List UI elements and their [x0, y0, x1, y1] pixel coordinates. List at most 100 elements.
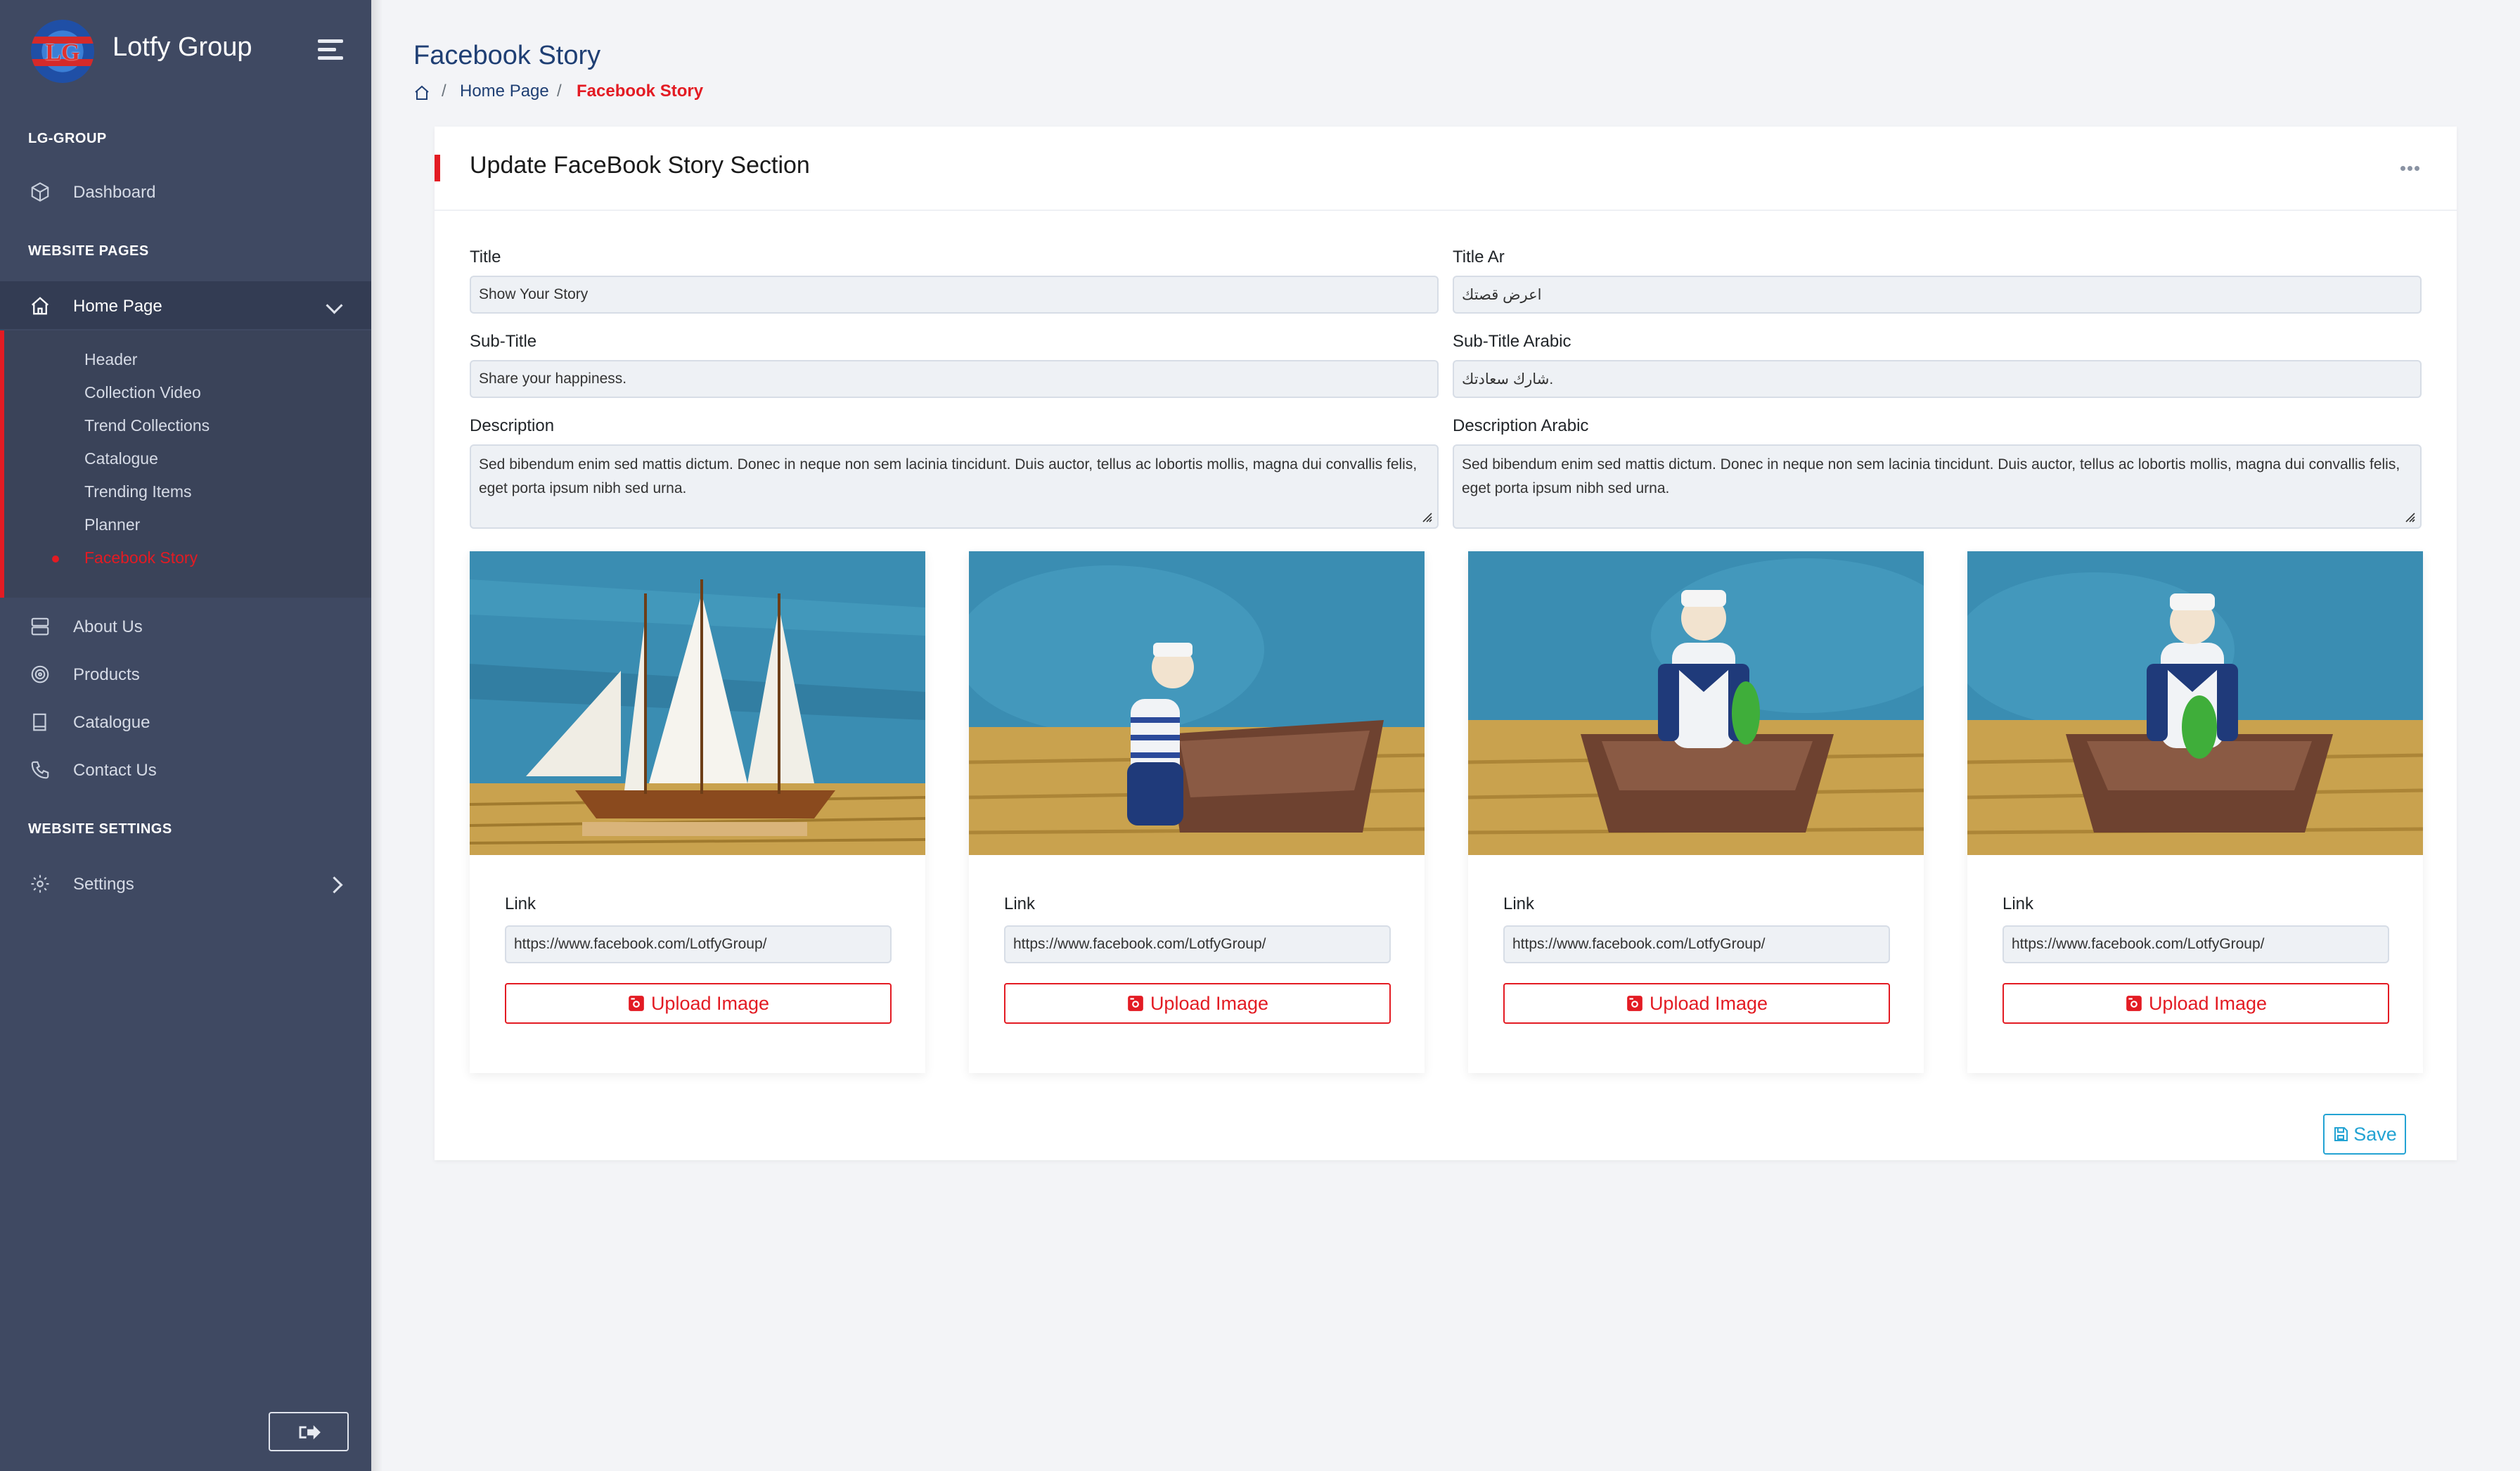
home-icon: [32, 297, 49, 315]
save-button[interactable]: Save: [2323, 1114, 2406, 1155]
sidebar-item-label: Products: [73, 665, 140, 684]
story-image-sailor-side: [969, 551, 1425, 855]
story-image-sailor-front-2: [1967, 551, 2423, 855]
camera-icon: [1627, 996, 1642, 1011]
sidebar-item-dashboard[interactable]: Dashboard: [0, 167, 371, 215]
home-page-submenu: Header Collection Video Trend Collection…: [0, 330, 371, 598]
story-image-card: Link https://www.facebook.com/LotfyGroup…: [1967, 551, 2423, 1073]
upload-image-label: Upload Image: [1649, 992, 1768, 1014]
floppy-disk-icon: [2334, 1127, 2348, 1141]
description-ar-text: Sed bibendum enim sed mattis dictum. Don…: [1462, 456, 2400, 496]
sidebar-item-contact-us[interactable]: Contact Us: [0, 745, 371, 793]
breadcrumb-current: Facebook Story: [577, 82, 704, 101]
breadcrumb-home-page[interactable]: Home Page: [460, 82, 549, 101]
phone-icon: [31, 761, 49, 779]
brand-logo: LG: [31, 20, 94, 83]
book-icon: [33, 713, 46, 731]
link-label: Link: [505, 894, 536, 913]
card-header: Update FaceBook Story Section: [435, 127, 2457, 211]
sidebar: LG Lotfy Group LG-GROUP Dashboard WEBSIT…: [0, 0, 371, 1471]
brand-name: Lotfy Group: [112, 32, 252, 62]
sidebar-item-home-page[interactable]: Home Page: [0, 281, 371, 329]
camera-icon: [2126, 996, 2142, 1011]
more-options-icon[interactable]: [2400, 166, 2420, 172]
server-icon: [31, 617, 49, 636]
section-title-lg-group: LG-GROUP: [28, 131, 107, 146]
camera-icon: [629, 996, 644, 1011]
link-label: Link: [2002, 894, 2034, 913]
upload-image-button[interactable]: Upload Image: [505, 983, 892, 1024]
save-label: Save: [2353, 1123, 2397, 1145]
link-input[interactable]: https://www.facebook.com/LotfyGroup/: [1503, 925, 1890, 963]
subtitle-ar-label: Sub-Title Arabic: [1453, 332, 1571, 351]
sidebar-item-label: Contact Us: [73, 761, 157, 780]
upload-image-label: Upload Image: [1150, 992, 1269, 1014]
submenu-item-catalogue[interactable]: Catalogue: [84, 449, 158, 468]
sidebar-item-products[interactable]: Products: [0, 650, 371, 698]
submenu-item-planner[interactable]: Planner: [84, 515, 140, 534]
upload-image-label: Upload Image: [2148, 992, 2268, 1014]
logout-button[interactable]: [269, 1412, 349, 1451]
description-label: Description: [470, 416, 555, 435]
gear-icon: [31, 875, 49, 893]
sign-out-icon: [299, 1425, 321, 1440]
sidebar-item-label: Settings: [73, 875, 134, 894]
story-image-card: Link https://www.facebook.com/LotfyGroup…: [969, 551, 1425, 1073]
link-input[interactable]: https://www.facebook.com/LotfyGroup/: [1004, 925, 1391, 963]
upload-image-button[interactable]: Upload Image: [2002, 983, 2389, 1024]
submenu-item-trending-items[interactable]: Trending Items: [84, 482, 192, 501]
subtitle-input[interactable]: Share your happiness.: [470, 360, 1439, 398]
link-label: Link: [1004, 894, 1036, 913]
subtitle-ar-input[interactable]: شارك سعادتك.: [1453, 360, 2422, 398]
brand: LG Lotfy Group: [0, 0, 371, 101]
menu-toggle-icon[interactable]: [318, 39, 343, 60]
story-image-card: Link https://www.facebook.com/LotfyGroup…: [470, 551, 925, 1073]
title-input[interactable]: Show Your Story: [470, 276, 1439, 314]
resize-handle-icon[interactable]: [1419, 509, 1433, 523]
section-title-website-settings: WEBSITE SETTINGS: [28, 821, 172, 837]
description-text: Sed bibendum enim sed mattis dictum. Don…: [479, 456, 1418, 496]
link-label: Link: [1503, 894, 1535, 913]
cube-icon: [31, 182, 49, 202]
link-input[interactable]: https://www.facebook.com/LotfyGroup/: [2002, 925, 2389, 963]
section-title-website-pages: WEBSITE PAGES: [28, 243, 149, 259]
submenu-item-header[interactable]: Header: [84, 350, 137, 369]
title-label: Title: [470, 248, 501, 266]
title-ar-label: Title Ar: [1453, 248, 1505, 266]
story-image-sailor-front: [1468, 551, 1924, 855]
target-icon: [31, 665, 49, 683]
active-dot-icon: [52, 555, 59, 563]
chevron-down-icon: [326, 297, 343, 314]
description-ar-label: Description Arabic: [1453, 416, 1589, 435]
link-input[interactable]: https://www.facebook.com/LotfyGroup/: [505, 925, 892, 963]
story-image-card: Link https://www.facebook.com/LotfyGroup…: [1468, 551, 1924, 1073]
page-title: Facebook Story: [413, 41, 601, 70]
home-icon[interactable]: [413, 84, 430, 101]
description-textarea[interactable]: Sed bibendum enim sed mattis dictum. Don…: [470, 444, 1439, 529]
upload-image-button[interactable]: Upload Image: [1004, 983, 1391, 1024]
sidebar-item-catalogue[interactable]: Catalogue: [0, 698, 371, 745]
description-ar-textarea[interactable]: Sed bibendum enim sed mattis dictum. Don…: [1453, 444, 2422, 529]
submenu-item-facebook-story[interactable]: Facebook Story: [84, 548, 198, 567]
sidebar-item-label: Home Page: [73, 297, 162, 316]
subtitle-label: Sub-Title: [470, 332, 537, 351]
submenu-item-trend-collections[interactable]: Trend Collections: [84, 416, 210, 435]
sidebar-item-label: About Us: [73, 617, 143, 636]
upload-image-button[interactable]: Upload Image: [1503, 983, 1890, 1024]
update-facebook-story-card: Update FaceBook Story Section Title Show…: [435, 127, 2457, 1160]
sidebar-item-label: Dashboard: [73, 183, 156, 202]
submenu-item-collection-video[interactable]: Collection Video: [84, 383, 201, 402]
sidebar-shadow: [371, 0, 382, 1471]
resize-handle-icon[interactable]: [2402, 509, 2416, 523]
card-accent: [435, 155, 440, 181]
story-image-ship: [470, 551, 925, 855]
sidebar-item-settings[interactable]: Settings: [0, 859, 371, 907]
card-title: Update FaceBook Story Section: [470, 152, 810, 179]
title-ar-input[interactable]: اعرض قصتك: [1453, 276, 2422, 314]
camera-icon: [1128, 996, 1143, 1011]
brand-logo-text: LG: [45, 39, 80, 65]
chevron-right-icon: [326, 876, 343, 894]
sidebar-item-about-us[interactable]: About Us: [0, 602, 371, 650]
upload-image-label: Upload Image: [650, 992, 770, 1014]
sidebar-item-label: Catalogue: [73, 713, 150, 732]
